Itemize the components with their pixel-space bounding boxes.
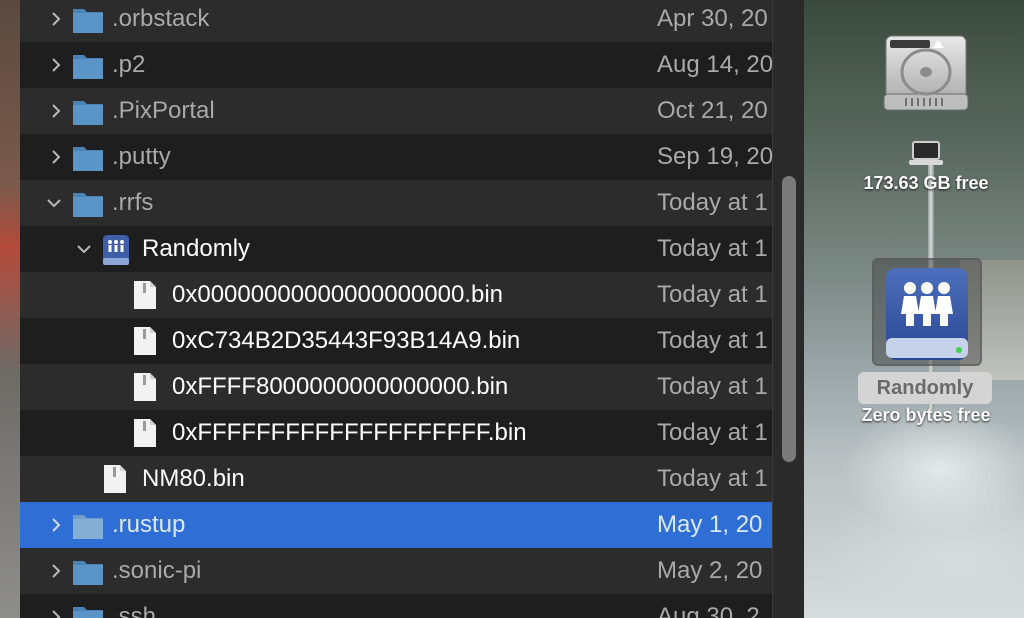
network-volume-free-space: Zero bytes free (861, 405, 991, 425)
list-row-ssh[interactable]: .ssh Aug 30, 2 (20, 594, 772, 618)
file-name: .ssh (112, 603, 157, 618)
vertical-scrollbar[interactable] (772, 0, 804, 618)
list-row-rustup[interactable]: .rustup May 1, 20 (20, 502, 772, 548)
date-modified: Today at 1 (657, 327, 768, 354)
folder-icon (73, 55, 103, 79)
chevron-right-icon[interactable] (44, 594, 68, 618)
date-modified: Today at 1 (657, 235, 768, 262)
wallpaper-left-edge (0, 0, 20, 618)
date-modified: Today at 1 (657, 373, 768, 400)
file-list: .orbstack Apr 30, 20 .p2 Aug 14, 20 .Pix… (20, 0, 772, 618)
chevron-right-icon[interactable] (44, 548, 68, 594)
folder-icon (73, 607, 103, 618)
date-modified: Apr 30, 20 (657, 5, 768, 32)
document-icon (134, 281, 156, 309)
date-modified: Aug 14, 20 (657, 51, 772, 78)
file-name: .rustup (112, 511, 186, 538)
folder-icon (73, 193, 103, 217)
finder-window: .orbstack Apr 30, 20 .p2 Aug 14, 20 .Pix… (20, 0, 804, 618)
document-icon (134, 419, 156, 447)
chevron-right-icon[interactable] (44, 134, 68, 180)
folder-icon (73, 515, 103, 539)
date-modified: Aug 30, 2 (657, 603, 760, 618)
document-icon (134, 327, 156, 355)
date-modified: May 1, 20 (657, 511, 763, 538)
hard-drive-icon[interactable] (880, 34, 972, 142)
file-name: .putty (112, 143, 171, 170)
file-name: .sonic-pi (112, 557, 202, 584)
folder-icon (73, 101, 103, 125)
network-volume-icon (103, 235, 129, 265)
chevron-right-icon[interactable] (44, 42, 68, 88)
file-name: .rrfs (112, 189, 154, 216)
file-name: 0xFFFFFFFFFFFFFFFFFFFF.bin (172, 419, 527, 446)
file-name: .p2 (112, 51, 146, 78)
hard-drive-free-space: 173.63 GB free (863, 173, 989, 193)
laptop-badge-icon (909, 141, 943, 165)
file-name: 0xFFFF8000000000000000.bin (172, 373, 509, 400)
folder-icon (73, 147, 103, 171)
list-row-nm80[interactable]: NM80.bin Today at 1 (20, 456, 772, 502)
list-row-p2[interactable]: .p2 Aug 14, 20 (20, 42, 772, 88)
list-row-bin-file[interactable]: 0xFFFF8000000000000000.bin Today at 1 (20, 364, 772, 410)
folder-icon (73, 9, 103, 33)
folder-icon (73, 561, 103, 585)
chevron-down-icon[interactable] (42, 180, 66, 226)
network-volume-name[interactable]: Randomly (858, 372, 992, 404)
chevron-down-icon[interactable] (72, 226, 96, 272)
file-name: 0xC734B2D35443F93B14A9.bin (172, 327, 521, 354)
file-name: .orbstack (112, 5, 210, 32)
list-row-orbstack[interactable]: .orbstack Apr 30, 20 (20, 0, 772, 42)
network-volume-icon[interactable] (880, 266, 974, 362)
date-modified: Today at 1 (657, 419, 768, 446)
list-row-randomly[interactable]: Randomly Today at 1 (20, 226, 772, 272)
list-row-bin-file[interactable]: 0xFFFFFFFFFFFFFFFFFFFF.bin Today at 1 (20, 410, 772, 456)
date-modified: May 2, 20 (657, 557, 763, 584)
list-row-bin-file[interactable]: 0x00000000000000000000.bin Today at 1 (20, 272, 772, 318)
file-name: Randomly (142, 235, 251, 262)
document-icon (104, 465, 126, 493)
document-icon (134, 373, 156, 401)
list-row-putty[interactable]: .putty Sep 19, 20 (20, 134, 772, 180)
list-row-pixportal[interactable]: .PixPortal Oct 21, 20 (20, 88, 772, 134)
file-name: 0x00000000000000000000.bin (172, 281, 503, 308)
chevron-right-icon[interactable] (44, 0, 68, 42)
file-name: NM80.bin (142, 465, 245, 492)
chevron-right-icon[interactable] (44, 502, 68, 548)
date-modified: Today at 1 (657, 465, 768, 492)
list-row-rrfs[interactable]: .rrfs Today at 1 (20, 180, 772, 226)
file-name: .PixPortal (112, 97, 215, 124)
network-volume-selection[interactable] (872, 258, 982, 366)
chevron-right-icon[interactable] (44, 88, 68, 134)
list-row-sonic-pi[interactable]: .sonic-pi May 2, 20 (20, 548, 772, 594)
list-row-bin-file[interactable]: 0xC734B2D35443F93B14A9.bin Today at 1 (20, 318, 772, 364)
scrollbar-thumb[interactable] (782, 176, 796, 462)
date-modified: Sep 19, 20 (657, 143, 772, 170)
date-modified: Today at 1 (657, 189, 768, 216)
date-modified: Oct 21, 20 (657, 97, 768, 124)
date-modified: Today at 1 (657, 281, 768, 308)
